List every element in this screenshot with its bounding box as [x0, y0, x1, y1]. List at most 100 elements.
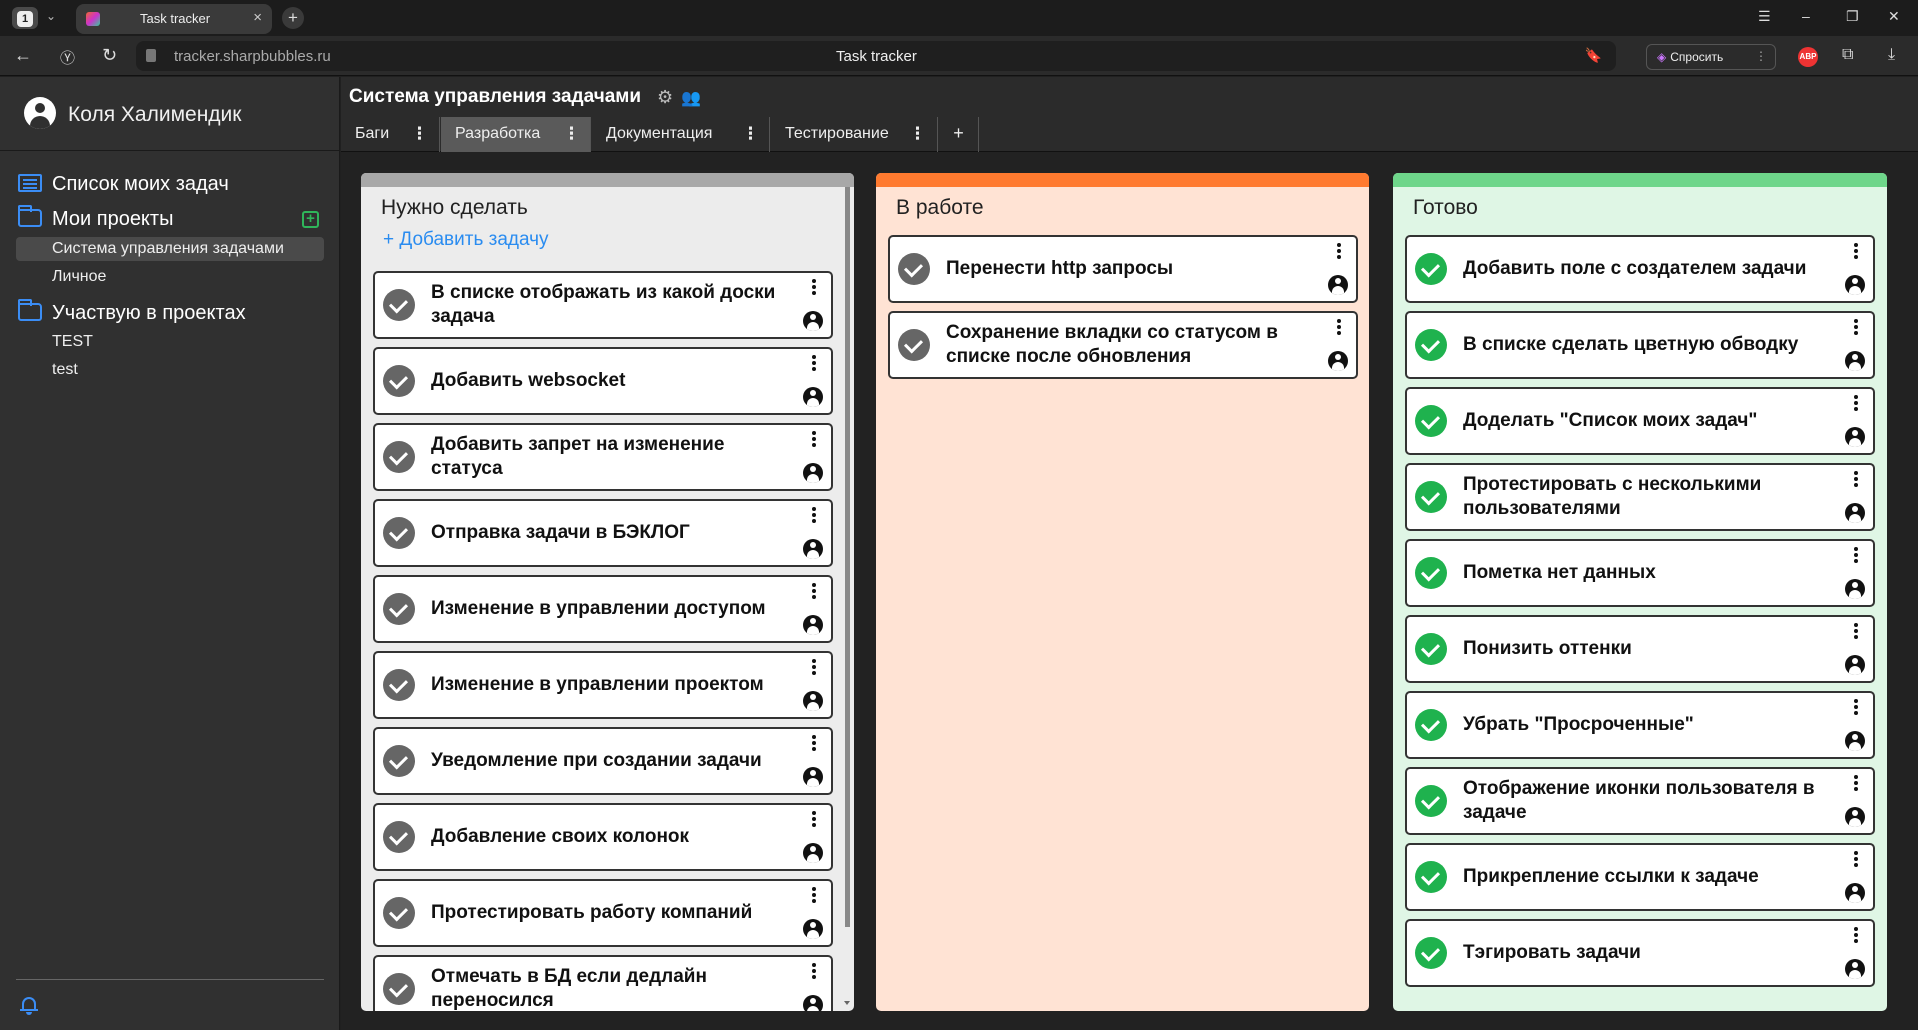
user-icon[interactable]: [1845, 959, 1865, 979]
check-circle-icon[interactable]: [1415, 329, 1447, 361]
close-window-icon[interactable]: ✕: [1888, 8, 1900, 25]
task-card[interactable]: Протестировать работу компаний: [373, 879, 833, 947]
adblock-icon[interactable]: ABP: [1798, 47, 1818, 67]
user-icon[interactable]: [1845, 883, 1865, 903]
task-card[interactable]: Добавить запрет на изменение статуса: [373, 423, 833, 491]
more-vertical-icon[interactable]: [1854, 623, 1858, 639]
more-vertical-icon[interactable]: [1854, 243, 1858, 259]
scrollbar[interactable]: [845, 187, 850, 927]
check-circle-icon[interactable]: [898, 329, 930, 361]
task-card[interactable]: Отправка задачи в БЭКЛОГ: [373, 499, 833, 567]
task-card[interactable]: В списке отображать из какой доски задач…: [373, 271, 833, 339]
more-vertical-icon[interactable]: ⋮: [909, 124, 926, 144]
task-card[interactable]: Отмечать в БД если дедлайн переносился: [373, 955, 833, 1011]
more-vertical-icon[interactable]: [812, 355, 816, 371]
user-icon[interactable]: [803, 539, 823, 559]
user-icon[interactable]: [803, 995, 823, 1011]
check-circle-icon[interactable]: [383, 897, 415, 929]
ask-button[interactable]: ◈ Спросить ⋮: [1646, 44, 1776, 70]
check-circle-icon[interactable]: [1415, 405, 1447, 437]
gear-icon[interactable]: ⚙: [657, 87, 673, 108]
task-card[interactable]: Прикрепление ссылки к задаче: [1405, 843, 1875, 911]
task-card[interactable]: Убрать "Просроченные": [1405, 691, 1875, 759]
user-icon[interactable]: [803, 463, 823, 483]
user-icon[interactable]: [803, 767, 823, 787]
new-tab-button[interactable]: +: [282, 7, 304, 29]
more-icon[interactable]: ⋮: [1755, 49, 1767, 63]
more-vertical-icon[interactable]: [1854, 319, 1858, 335]
task-card[interactable]: Добавить websocket: [373, 347, 833, 415]
task-card[interactable]: Протестировать с несколькими пользовател…: [1405, 463, 1875, 531]
download-icon[interactable]: ⤓: [1888, 46, 1895, 64]
more-vertical-icon[interactable]: [1854, 851, 1858, 867]
check-circle-icon[interactable]: [1415, 861, 1447, 893]
minimize-icon[interactable]: –: [1802, 8, 1810, 24]
yandex-icon[interactable]: Ⓨ: [60, 47, 75, 68]
check-circle-icon[interactable]: [383, 289, 415, 321]
more-vertical-icon[interactable]: [1854, 471, 1858, 487]
url-field[interactable]: tracker.sharpbubbles.ru Task tracker 🔖: [136, 41, 1616, 71]
user-icon[interactable]: [803, 387, 823, 407]
user-icon[interactable]: [803, 843, 823, 863]
user-icon[interactable]: [803, 919, 823, 939]
more-vertical-icon[interactable]: [812, 507, 816, 523]
participating-header[interactable]: Участвую в проектах: [18, 299, 246, 325]
back-icon[interactable]: ←: [14, 45, 32, 66]
bookmark-icon[interactable]: 🔖: [1585, 47, 1602, 64]
more-vertical-icon[interactable]: [812, 431, 816, 447]
sidebar-item-project[interactable]: Система управления задачами: [16, 237, 324, 261]
more-vertical-icon[interactable]: [1854, 927, 1858, 943]
chevron-down-icon[interactable]: ⌄: [46, 9, 56, 23]
more-vertical-icon[interactable]: [812, 963, 816, 979]
users-icon[interactable]: 👥: [681, 88, 701, 108]
task-card[interactable]: В списке сделать цветную обводку: [1405, 311, 1875, 379]
check-circle-icon[interactable]: [1415, 633, 1447, 665]
more-vertical-icon[interactable]: [1854, 775, 1858, 791]
more-vertical-icon[interactable]: [812, 735, 816, 751]
sidebar-item-project[interactable]: test: [16, 358, 324, 382]
add-task-button[interactable]: + Добавить задачу: [383, 229, 549, 251]
reload-icon[interactable]: ↻: [102, 45, 117, 66]
task-card[interactable]: Уведомление при создании задачи: [373, 727, 833, 795]
extensions-icon[interactable]: ⧉: [1842, 46, 1853, 64]
task-card[interactable]: Перенести http запросы: [888, 235, 1358, 303]
tab-documentation[interactable]: Документация ⋮: [592, 117, 770, 152]
more-vertical-icon[interactable]: [812, 583, 816, 599]
more-vertical-icon[interactable]: [812, 887, 816, 903]
check-circle-icon[interactable]: [383, 593, 415, 625]
more-vertical-icon[interactable]: [1854, 395, 1858, 411]
check-circle-icon[interactable]: [1415, 937, 1447, 969]
user-icon[interactable]: [1845, 275, 1865, 295]
tab-bugs[interactable]: Баги ⋮: [341, 117, 440, 152]
user-icon[interactable]: [803, 311, 823, 331]
check-circle-icon[interactable]: [1415, 557, 1447, 589]
sidebar-item-project[interactable]: TEST: [16, 330, 324, 354]
check-circle-icon[interactable]: [383, 441, 415, 473]
my-tasks-link[interactable]: Список моих задач: [18, 173, 229, 196]
user-icon[interactable]: [803, 691, 823, 711]
user-icon[interactable]: [1845, 427, 1865, 447]
menu-icon[interactable]: ☰: [1758, 8, 1771, 25]
task-card[interactable]: Изменение в управлении доступом: [373, 575, 833, 643]
more-vertical-icon[interactable]: [1854, 699, 1858, 715]
check-circle-icon[interactable]: [383, 365, 415, 397]
user-icon[interactable]: [1328, 351, 1348, 371]
user-icon[interactable]: [1845, 655, 1865, 675]
task-card[interactable]: Отображение иконки пользователя в задаче: [1405, 767, 1875, 835]
more-vertical-icon[interactable]: [1337, 319, 1341, 335]
more-vertical-icon[interactable]: [812, 279, 816, 295]
add-tab-button[interactable]: +: [939, 117, 979, 152]
task-card[interactable]: Изменение в управлении проектом: [373, 651, 833, 719]
check-circle-icon[interactable]: [1415, 785, 1447, 817]
task-card[interactable]: Понизить оттенки: [1405, 615, 1875, 683]
user-icon[interactable]: [1845, 579, 1865, 599]
check-circle-icon[interactable]: [1415, 709, 1447, 741]
user-icon[interactable]: [1328, 275, 1348, 295]
tab-testing[interactable]: Тестирование ⋮: [771, 117, 938, 152]
task-card[interactable]: Сохранение вкладки со статусом в списке …: [888, 311, 1358, 379]
user-icon[interactable]: [1845, 351, 1865, 371]
restore-icon[interactable]: ❐: [1846, 8, 1859, 25]
check-circle-icon[interactable]: [898, 253, 930, 285]
my-projects-header[interactable]: Мои проекты: [18, 205, 173, 231]
check-circle-icon[interactable]: [383, 517, 415, 549]
